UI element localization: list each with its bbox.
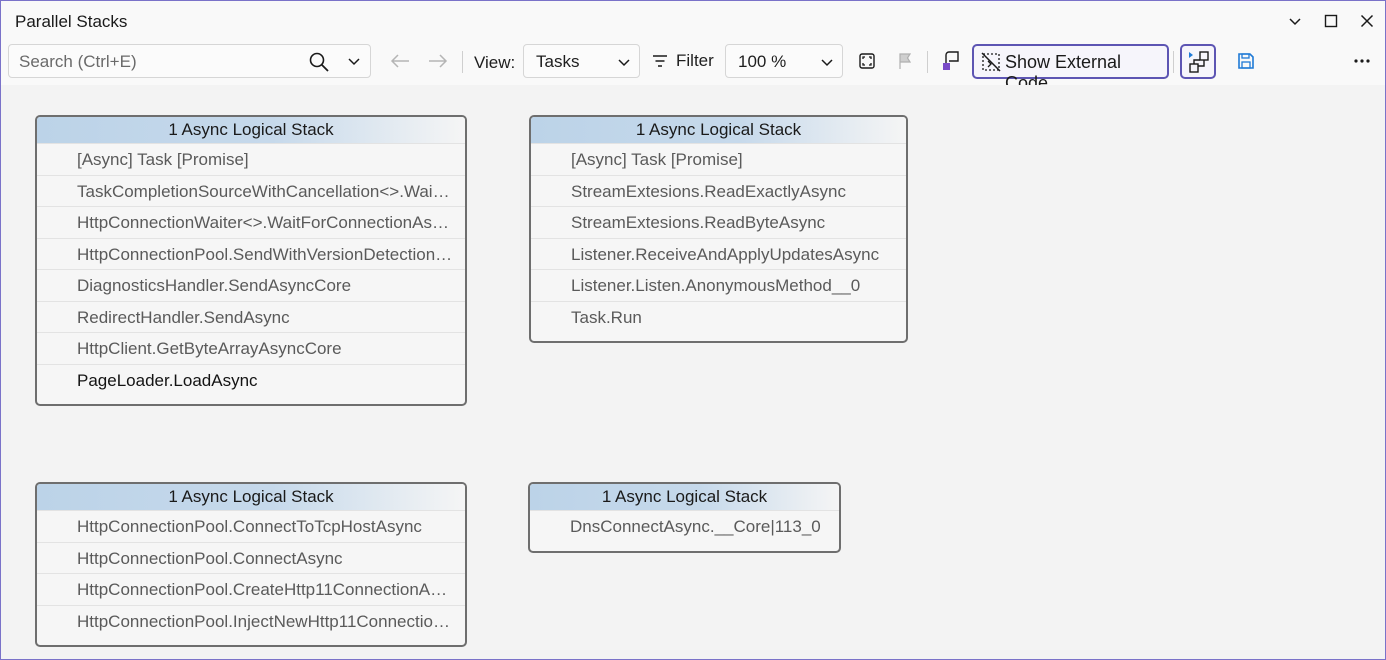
stack-frame[interactable]: TaskCompletionSourceWithCancellation<>.W… [37,174,465,207]
toolbar-separator [1173,51,1174,73]
close-icon[interactable] [1354,9,1380,33]
chevron-down-icon[interactable] [1282,9,1308,33]
stack-frame[interactable]: HttpConnectionPool.ConnectToTcpHostAsync [37,510,465,542]
stack-header: 1 Async Logical Stack [530,484,839,510]
method-view-icon [1187,50,1211,79]
view-select-value: Tasks [536,52,580,71]
stacks-canvas[interactable]: 1 Async Logical Stack [Async] Task [Prom… [1,85,1385,659]
save-icon[interactable] [1233,45,1259,77]
stack-header: 1 Async Logical Stack [37,484,465,510]
toggle-method-view-button[interactable] [1180,44,1216,79]
search-icon[interactable] [308,51,330,78]
search-box [8,44,371,78]
window-title: Parallel Stacks [15,12,128,31]
stack-frame[interactable]: StreamExtesions.ReadExactlyAsync [531,174,906,207]
parallel-stacks-window: Parallel Stacks View: [0,0,1386,660]
stack-header: 1 Async Logical Stack [531,117,906,143]
forward-arrow-icon[interactable] [425,45,451,77]
stack-node[interactable]: 1 Async Logical Stack HttpConnectionPool… [35,482,467,647]
stack-frame-current[interactable]: PageLoader.LoadAsync [37,363,465,396]
stack-node[interactable]: 1 Async Logical Stack [Async] Task [Prom… [35,115,467,406]
view-select[interactable]: Tasks [523,44,640,78]
stack-frame[interactable]: Task.Run [531,300,906,333]
search-input[interactable] [17,50,301,74]
external-code-icon [980,51,1002,78]
show-external-code-button[interactable]: Show External Code [972,44,1169,93]
stack-frame[interactable]: HttpConnectionPool.InjectNewHttp11Connec… [37,604,465,637]
stack-frame[interactable]: DnsConnectAsync.__Core|113_0 [530,510,839,542]
stack-frame[interactable]: HttpConnectionPool.SendWithVersionDetect… [37,237,465,270]
stack-frame[interactable]: HttpConnectionWaiter<>.WaitForConnection… [37,206,465,238]
more-options-icon[interactable] [1349,45,1375,77]
maximize-icon[interactable] [1318,9,1344,33]
search-options-chevron-icon[interactable] [347,54,361,73]
filter-icon [651,53,669,69]
stack-frame[interactable]: [Async] Task [Promise] [37,143,465,175]
stack-frame[interactable]: DiagnosticsHandler.SendAsyncCore [37,269,465,301]
stack-node[interactable]: 1 Async Logical Stack DnsConnectAsync.__… [528,482,841,553]
filter-label: Filter [676,51,714,70]
view-label: View: [474,53,516,72]
stack-header: 1 Async Logical Stack [37,117,465,143]
toolbar-separator [462,51,463,73]
zoom-to-fit-icon[interactable] [854,45,880,77]
stack-frame[interactable]: Listener.ReceiveAndApplyUpdatesAsync [531,237,906,270]
stack-frame[interactable]: [Async] Task [Promise] [531,143,906,175]
chevron-down-icon [617,54,631,74]
back-arrow-icon[interactable] [387,45,413,77]
stack-frame[interactable]: RedirectHandler.SendAsync [37,300,465,333]
toolbar-separator [927,51,928,73]
flag-icon[interactable] [892,45,918,77]
stack-frame[interactable]: HttpConnectionPool.CreateHttp11Connectio… [37,573,465,605]
stack-frame[interactable]: HttpClient.GetByteArrayAsyncCore [37,332,465,364]
title-bar: Parallel Stacks [1,1,1385,41]
stack-frame[interactable]: HttpConnectionPool.ConnectAsync [37,541,465,574]
toolbar: View: Tasks Filter 100 % [1,41,1385,93]
threads-view-icon[interactable] [937,45,965,77]
stack-node[interactable]: 1 Async Logical Stack [Async] Task [Prom… [529,115,908,343]
zoom-select-value: 100 % [738,52,787,71]
stack-frame[interactable]: Listener.Listen.AnonymousMethod__0 [531,269,906,301]
chevron-down-icon [820,54,834,74]
filter-button[interactable]: Filter [651,45,723,77]
stack-frame[interactable]: StreamExtesions.ReadByteAsync [531,206,906,238]
zoom-select[interactable]: 100 % [725,44,843,78]
